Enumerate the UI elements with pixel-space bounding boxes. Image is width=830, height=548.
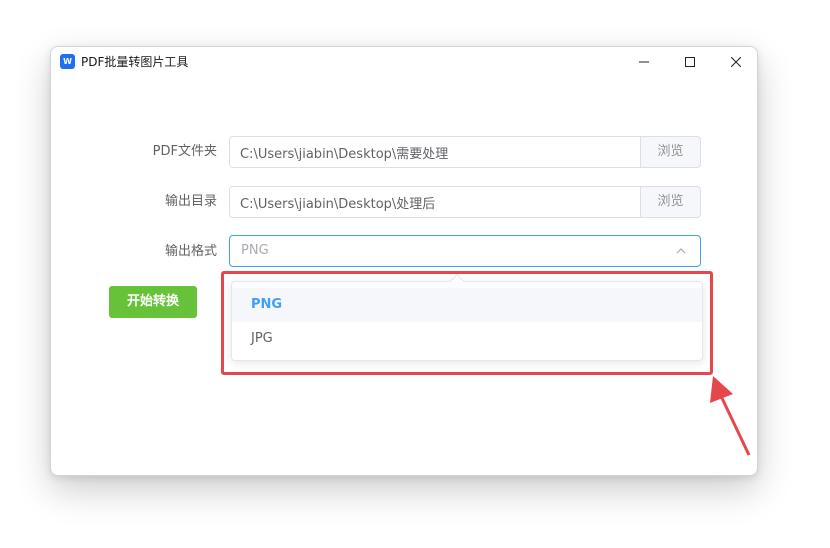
pdf-folder-browse-button[interactable]: 浏览 [640,136,701,168]
annotation-highlight-box [221,271,713,375]
window-title: PDF批量转图片工具 [81,55,189,69]
output-format-select[interactable]: PNG [229,235,701,267]
maximize-icon [685,57,695,67]
close-button[interactable] [713,47,757,77]
title-bar[interactable]: W PDF批量转图片工具 [51,47,757,77]
close-icon [731,57,741,67]
output-format-value: PNG [241,243,269,258]
minimize-button[interactable] [621,47,667,77]
maximize-button[interactable] [667,47,713,77]
pdf-folder-input[interactable] [229,136,641,168]
chevron-up-icon [676,248,686,254]
output-dir-input[interactable] [229,186,641,218]
app-window: W PDF批量转图片工具 PDF文件夹 浏览 输出目录 浏览 输出格式 PNG … [50,46,758,476]
output-dir-label: 输出目录 [164,194,217,209]
pdf-folder-label: PDF文件夹 [152,144,217,159]
minimize-icon [639,61,649,63]
output-format-label: 输出格式 [164,244,217,259]
annotation-arrow-icon [710,376,751,456]
output-dir-browse-button[interactable]: 浏览 [640,186,701,218]
app-icon: W [60,54,75,69]
start-convert-button[interactable]: 开始转换 [109,286,197,318]
